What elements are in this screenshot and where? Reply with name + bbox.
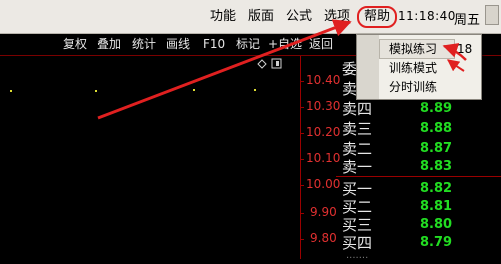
tick-mark bbox=[300, 159, 304, 160]
tick-mark bbox=[300, 185, 304, 186]
draw-line-button[interactable]: 画线 bbox=[166, 37, 190, 52]
buy-level-label: 买一 bbox=[342, 180, 373, 198]
weekday-display: 周五 bbox=[454, 13, 481, 28]
menu-bar: 功能 版面 公式 选项 帮助 11:18:40 周五 bbox=[0, 0, 501, 34]
tick-mark bbox=[300, 107, 304, 108]
chart-dot bbox=[95, 90, 97, 92]
window-control-button[interactable] bbox=[485, 5, 499, 25]
menu-function[interactable]: 功能 bbox=[210, 9, 236, 25]
tick-mark bbox=[300, 81, 304, 82]
chart-canvas bbox=[10, 58, 282, 92]
chart-dot bbox=[254, 89, 256, 91]
menu-item-simulated-practice[interactable]: 模拟练习 bbox=[389, 41, 437, 57]
mark-button[interactable]: 标记 bbox=[236, 37, 260, 52]
sell-level-label: 卖一 bbox=[342, 158, 373, 176]
buy-level-price: 8.79 bbox=[420, 235, 453, 250]
menu-formula[interactable]: 公式 bbox=[286, 9, 312, 25]
sell-level-price: 8.89 bbox=[420, 101, 453, 116]
chart-dot bbox=[193, 89, 195, 91]
menu-options[interactable]: 选项 bbox=[324, 9, 350, 25]
price-axis-line bbox=[300, 56, 301, 259]
chart-area[interactable] bbox=[0, 56, 300, 259]
menu-icon-strip bbox=[357, 35, 379, 99]
menu-item-intraday-training[interactable]: 分时训练 bbox=[389, 79, 437, 95]
buy-level-price: 8.80 bbox=[420, 217, 453, 232]
menu-layout[interactable]: 版面 bbox=[248, 9, 274, 25]
tick-mark bbox=[300, 133, 304, 134]
diamond-icon bbox=[257, 59, 267, 69]
order-book-header: 委 bbox=[342, 60, 358, 78]
menu-item-count: 18 bbox=[457, 42, 473, 56]
sell-level-label: 卖二 bbox=[342, 140, 373, 158]
menu-help[interactable]: 帮助 bbox=[357, 6, 398, 28]
price-tick-label: 9.90 bbox=[310, 205, 337, 219]
sell-level-label: 卖四 bbox=[342, 100, 373, 118]
help-dropdown-menu: 模拟练习 18 训练模式 分时训练 bbox=[356, 34, 482, 100]
add-favorite-button[interactable]: +自选 bbox=[268, 37, 302, 52]
buy-level-price: 8.82 bbox=[420, 181, 453, 196]
buy-level-label: 买二 bbox=[342, 198, 373, 216]
sell-level-label: 卖三 bbox=[342, 120, 373, 138]
chart-dot bbox=[10, 90, 12, 92]
menu-item-training-mode[interactable]: 训练模式 bbox=[389, 60, 437, 76]
price-tick-label: 9.80 bbox=[310, 231, 337, 245]
clock-display: 11:18:40 bbox=[398, 9, 456, 23]
restore-rights-button[interactable]: 复权 bbox=[63, 37, 87, 52]
buy-level-label: 买四 bbox=[342, 234, 373, 252]
back-button[interactable]: 返回 bbox=[309, 37, 333, 52]
sell-level-price: 8.87 bbox=[420, 141, 453, 156]
panel-toggle-icon-fill bbox=[276, 61, 279, 66]
tick-mark bbox=[300, 213, 304, 214]
sell-level-price: 8.88 bbox=[420, 121, 453, 136]
tick-mark bbox=[300, 239, 304, 240]
buy-level-price: 8.81 bbox=[420, 199, 453, 214]
buy-level-label: 买三 bbox=[342, 216, 373, 234]
order-book-divider bbox=[336, 176, 501, 177]
sell-level-price: 8.83 bbox=[420, 159, 453, 174]
f10-button[interactable]: F10 bbox=[203, 37, 225, 52]
overlay-button[interactable]: 叠加 bbox=[97, 37, 121, 52]
statistics-button[interactable]: 统计 bbox=[132, 37, 156, 52]
